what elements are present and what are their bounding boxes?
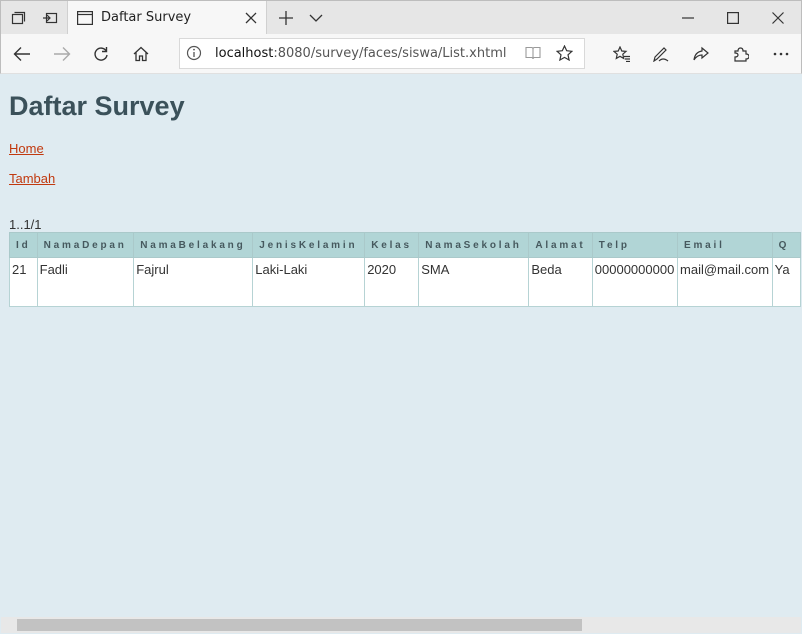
refresh-icon[interactable]	[81, 34, 121, 74]
table-cell: Ya	[771, 257, 801, 307]
column-header: Id	[9, 232, 38, 258]
favorite-star-icon[interactable]	[555, 44, 574, 66]
title-bar: Daftar Survey	[0, 0, 802, 35]
extensions-icon[interactable]	[721, 34, 761, 74]
column-header: Alamat	[528, 232, 593, 258]
favorites-hub-icon[interactable]	[602, 34, 642, 74]
navigation-bar: localhost:8080/survey/faces/siswa/List.x…	[0, 34, 802, 74]
address-path: :8080/survey/faces/siswa/List.xhtml	[273, 46, 507, 61]
maximize-icon[interactable]	[710, 1, 756, 35]
table-cell: Fadli	[36, 257, 135, 307]
set-tabs-aside-icon[interactable]	[33, 1, 67, 35]
more-options-icon[interactable]	[761, 34, 801, 74]
table-cell: 2020	[364, 257, 420, 307]
page-content: Daftar Survey Home Tambah 1..1/1 Id Nama…	[1, 75, 801, 617]
add-link[interactable]: Tambah	[9, 171, 55, 186]
pen-notes-icon[interactable]	[641, 34, 681, 74]
site-info-icon[interactable]	[186, 45, 202, 66]
address-bar[interactable]: localhost:8080/survey/faces/siswa/List.x…	[179, 38, 585, 69]
table-cell: 00000000000	[591, 257, 679, 307]
column-header: NamaBelakang	[133, 232, 254, 258]
scrollbar-thumb[interactable]	[17, 619, 582, 631]
back-arrow-icon[interactable]	[2, 34, 42, 74]
home-icon[interactable]	[121, 34, 161, 74]
table-row: 21 Fadli Fajrul Laki-Laki 2020 SMA Beda …	[9, 257, 801, 307]
address-host: localhost	[215, 46, 274, 61]
table-cell: Beda	[528, 257, 593, 307]
close-tab-icon[interactable]	[238, 5, 264, 31]
column-header: Email	[677, 232, 773, 258]
address-url: localhost:8080/survey/faces/siswa/List.x…	[215, 46, 506, 61]
chevron-down-icon[interactable]	[299, 1, 333, 35]
column-header: Q	[771, 232, 801, 258]
home-link[interactable]: Home	[9, 141, 44, 156]
minimize-icon[interactable]	[665, 1, 711, 35]
column-header: NamaDepan	[36, 232, 135, 258]
page-title: Daftar Survey	[9, 91, 185, 121]
table-cell: SMA	[418, 257, 530, 307]
table-cell: mail@mail.com	[677, 257, 773, 307]
forward-arrow-icon[interactable]	[42, 34, 82, 74]
close-window-icon[interactable]	[755, 1, 801, 35]
column-header: NamaSekolah	[418, 232, 530, 258]
share-icon[interactable]	[681, 34, 721, 74]
reading-view-icon[interactable]	[525, 46, 541, 65]
page-icon	[77, 11, 94, 30]
horizontal-scrollbar[interactable]	[1, 617, 801, 633]
table-cell: Fajrul	[133, 257, 254, 307]
column-header: Kelas	[364, 232, 420, 258]
pagination-info: 1..1/1	[9, 217, 42, 232]
tab-title: Daftar Survey	[101, 10, 192, 25]
table-cell: Laki-Laki	[252, 257, 366, 307]
column-header: JenisKelamin	[252, 232, 366, 258]
tab-daftar-survey[interactable]: Daftar Survey	[67, 1, 267, 35]
tab-actions-icon[interactable]	[1, 1, 35, 35]
survey-table: Id NamaDepan NamaBelakang JenisKelamin K…	[9, 232, 801, 307]
table-cell: 21	[9, 257, 38, 307]
column-header: Telp	[591, 232, 679, 258]
new-tab-icon[interactable]	[269, 1, 303, 35]
table-header-row: Id NamaDepan NamaBelakang JenisKelamin K…	[9, 232, 801, 258]
